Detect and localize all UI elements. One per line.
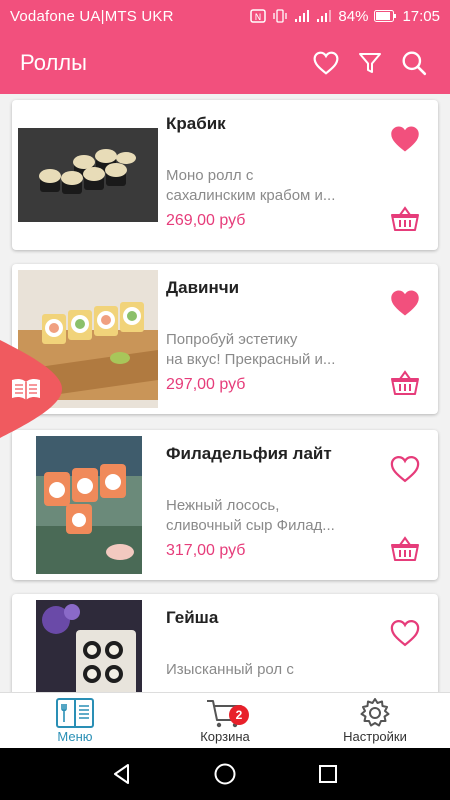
favorites-button[interactable] — [306, 43, 346, 83]
product-name: Гейша — [166, 608, 219, 627]
product-description: Моно ролл с сахалинским крабом и... — [166, 167, 336, 204]
page-title: Роллы — [20, 50, 87, 75]
battery-percent: 84% — [338, 7, 369, 25]
status-bar: Vodafone UA|MTS UKR N 84% 17:05 — [0, 0, 450, 32]
product-image — [36, 436, 142, 574]
home-circle-icon — [214, 763, 236, 785]
product-price: 317,00 руб — [166, 542, 246, 559]
back-triangle-icon — [113, 764, 129, 784]
heart-outline-icon — [313, 51, 339, 75]
favorite-button[interactable] — [388, 122, 422, 156]
product-card[interactable]: Гейша Изысканный рол с — [12, 594, 438, 692]
heart-outline-icon — [390, 455, 420, 483]
product-card[interactable]: Давинчи Попробуй эстетику на вкус! Прекр… — [12, 264, 438, 414]
add-to-cart-button[interactable] — [388, 368, 422, 398]
add-to-cart-button[interactable] — [388, 204, 422, 234]
recents-button[interactable] — [308, 754, 348, 794]
heart-outline-icon — [390, 619, 420, 647]
basket-icon — [391, 536, 419, 561]
favorite-button[interactable] — [388, 286, 422, 320]
signal-icon-2 — [317, 10, 332, 22]
product-description: Нежный лосось, сливочный сыр Филад... — [166, 497, 335, 534]
nav-menu-label: Меню — [57, 729, 93, 744]
vibrate-icon — [273, 9, 288, 23]
menu-book-icon — [56, 698, 94, 728]
nfc-icon: N — [250, 9, 267, 23]
product-name: Давинчи — [166, 278, 240, 297]
product-name: Крабик — [166, 114, 226, 133]
nav-menu[interactable]: Меню — [0, 693, 150, 748]
system-navigation-bar — [0, 748, 450, 800]
product-price: 297,00 руб — [166, 376, 246, 393]
nav-settings[interactable]: Настройки — [300, 693, 450, 748]
favorite-button[interactable] — [388, 452, 422, 486]
nav-settings-label: Настройки — [343, 729, 407, 744]
heart-filled-icon — [391, 290, 419, 316]
product-card[interactable]: Филадельфия лайт Нежный лосось, сливочны… — [12, 430, 438, 580]
nav-cart-label: Корзина — [200, 729, 250, 744]
open-book-icon — [12, 378, 40, 400]
signal-icon — [295, 10, 310, 22]
product-card[interactable]: Крабик Моно ролл с сахалинским крабом и.… — [12, 100, 438, 250]
basket-icon — [391, 206, 419, 231]
battery-icon — [374, 10, 397, 22]
carrier-name: Vodafone UA|MTS UKR — [10, 7, 174, 25]
filter-icon — [359, 53, 381, 73]
bottom-navigation: Меню 2 Корзина Настройки — [0, 692, 450, 748]
product-image — [36, 600, 142, 692]
product-price: 269,00 руб — [166, 212, 246, 229]
product-name: Филадельфия лайт — [166, 444, 332, 463]
add-to-cart-button[interactable] — [388, 534, 422, 564]
product-list[interactable]: Крабик Моно ролл с сахалинским крабом и.… — [0, 94, 450, 692]
product-description: Изысканный рол с — [166, 661, 294, 678]
svg-text:N: N — [255, 13, 262, 23]
product-description: Попробуй эстетику на вкус! Прекрасный и.… — [166, 331, 336, 368]
gear-icon — [360, 698, 390, 727]
search-button[interactable] — [394, 43, 434, 83]
basket-icon — [391, 370, 419, 395]
product-image — [18, 128, 158, 222]
recents-square-icon — [319, 765, 338, 783]
clock: 17:05 — [402, 7, 440, 25]
heart-filled-icon — [391, 126, 419, 152]
cart-count-badge: 2 — [229, 705, 249, 725]
app-bar: Роллы — [0, 32, 450, 94]
back-button[interactable] — [102, 754, 142, 794]
home-button[interactable] — [205, 754, 245, 794]
favorite-button[interactable] — [388, 616, 422, 650]
search-icon — [402, 51, 427, 76]
side-menu-tab[interactable] — [0, 330, 62, 448]
filter-button[interactable] — [350, 43, 390, 83]
nav-cart[interactable]: 2 Корзина — [150, 693, 300, 748]
